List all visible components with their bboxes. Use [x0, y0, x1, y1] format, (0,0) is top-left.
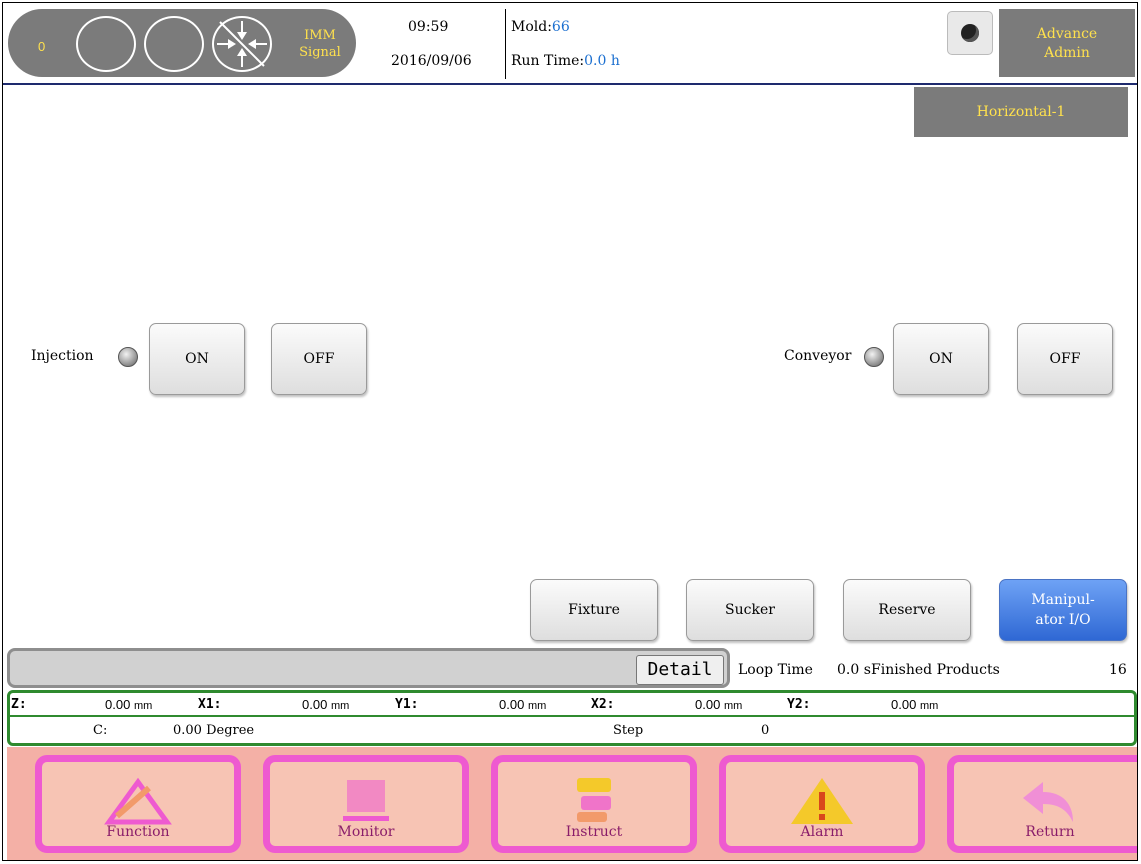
nav-instruct-button[interactable]: Instruct	[491, 755, 697, 853]
nav-alarm-button[interactable]: Alarm	[719, 755, 925, 853]
nav-return-button[interactable]: Return	[947, 755, 1137, 853]
imm-signal-label: IMM Signal	[290, 27, 350, 61]
runtime-info: Run Time:0.0 h	[511, 53, 620, 69]
conveyor-label: Conveyor	[784, 348, 852, 364]
axis-y2-unit: mm	[919, 700, 939, 712]
axis-c-value: 0.00 Degree	[173, 723, 255, 738]
axis-y1-value: 0.00 mm	[499, 697, 546, 712]
axis-x1-number: 0.00	[302, 697, 328, 712]
injection-on-button[interactable]: ON	[149, 323, 245, 395]
tab-manipulator-label-line1: Manipul-	[1031, 592, 1095, 608]
nav-monitor-button[interactable]: Monitor	[263, 755, 469, 853]
finished-products-label: Finished Products	[871, 662, 1000, 678]
axis-x2-label: X2:	[591, 697, 615, 712]
runtime-label: Run Time:	[511, 53, 585, 69]
tab-manipulator-io[interactable]: Manipul- ator I/O	[999, 579, 1127, 641]
loop-time-value: 0.0 s	[837, 662, 871, 678]
axis-y1-number: 0.00	[499, 697, 525, 712]
axis-y2-value: 0.00 mm	[891, 697, 938, 712]
injection-status-led	[118, 347, 138, 367]
signal-light-2	[144, 16, 204, 72]
injection-off-button[interactable]: OFF	[271, 323, 367, 395]
axis-y2-label: Y2:	[787, 697, 811, 712]
runtime-value: 0.0 h	[584, 53, 620, 69]
clock-date: 2016/09/06	[391, 53, 472, 69]
camera-icon	[961, 24, 979, 42]
mode-indicator: Horizontal-1	[914, 87, 1128, 137]
tab-reserve[interactable]: Reserve	[843, 579, 971, 641]
app-window: 0 IMM Signal 09:59 2016/09/06 Mold:66 Ru…	[2, 2, 1138, 861]
axis-y1-label: Y1:	[395, 697, 419, 712]
axis-x2-value: 0.00 mm	[695, 697, 742, 712]
axis-x2-unit: mm	[723, 700, 743, 712]
signal-light-1	[76, 16, 136, 72]
axis-x1-label: X1:	[198, 697, 222, 712]
clock-time: 09:59	[408, 19, 449, 35]
conveyor-status-led	[864, 347, 884, 367]
nav-instruct-label: Instruct	[565, 824, 623, 840]
instruct-icon	[577, 778, 611, 822]
screenshot-button[interactable]	[947, 11, 993, 55]
nav-monitor-label: Monitor	[337, 824, 395, 840]
nav-function-button[interactable]: Function	[35, 755, 241, 853]
nav-alarm-label: Alarm	[800, 824, 844, 840]
axis-x2-number: 0.00	[695, 697, 721, 712]
loop-time-label: Loop Time	[738, 662, 813, 678]
return-icon	[1023, 782, 1073, 822]
header-divider	[505, 9, 506, 79]
mold-info: Mold:66	[511, 19, 570, 35]
mold-label: Mold:	[511, 19, 552, 35]
axis-z-number: 0.00	[105, 697, 131, 712]
mold-clamp-icon	[212, 16, 272, 72]
axis-z-unit: mm	[133, 700, 153, 712]
axis-y2-number: 0.00	[891, 697, 917, 712]
nav-return-label: Return	[1025, 824, 1075, 840]
user-login-button[interactable]: Advance Admin	[999, 9, 1135, 77]
nav-function-label: Function	[106, 824, 170, 840]
axis-y1-unit: mm	[527, 700, 547, 712]
axis-x1-value: 0.00 mm	[302, 697, 349, 712]
conveyor-off-button[interactable]: OFF	[1017, 323, 1113, 395]
tab-manipulator-label-line2: ator I/O	[1035, 612, 1091, 628]
user-level: Advance	[1036, 26, 1098, 42]
bottom-navigation: Function Monitor Instruct Alarm Return	[7, 747, 1137, 860]
axis-panel-divider	[7, 715, 1137, 717]
signal-count: 0	[38, 39, 46, 54]
imm-signal-panel: 0 IMM Signal	[8, 9, 356, 77]
axis-x1-unit: mm	[330, 700, 350, 712]
cycle-progress-bar	[7, 648, 730, 688]
axis-z-label: Z:	[11, 697, 27, 712]
step-label: Step	[613, 723, 644, 738]
warning-icon	[791, 778, 853, 824]
injection-label: Injection	[31, 348, 94, 364]
finished-products-value: 16	[1109, 662, 1127, 678]
monitor-icon	[343, 780, 389, 821]
conveyor-on-button[interactable]: ON	[893, 323, 989, 395]
step-value: 0	[761, 723, 770, 738]
detail-button[interactable]: Detail	[636, 655, 724, 685]
axis-z-value: 0.00 mm	[105, 697, 152, 712]
axis-c-label: C:	[93, 723, 108, 738]
imm-label-line2: Signal	[299, 45, 341, 60]
mold-value: 66	[551, 19, 570, 35]
tab-fixture[interactable]: Fixture	[530, 579, 658, 641]
user-role: Admin	[1044, 45, 1090, 61]
tab-sucker[interactable]: Sucker	[686, 579, 814, 641]
function-icon	[104, 777, 172, 825]
imm-label-line1: IMM	[304, 28, 336, 43]
header-bar: 0 IMM Signal 09:59 2016/09/06 Mold:66 Ru…	[3, 3, 1137, 85]
